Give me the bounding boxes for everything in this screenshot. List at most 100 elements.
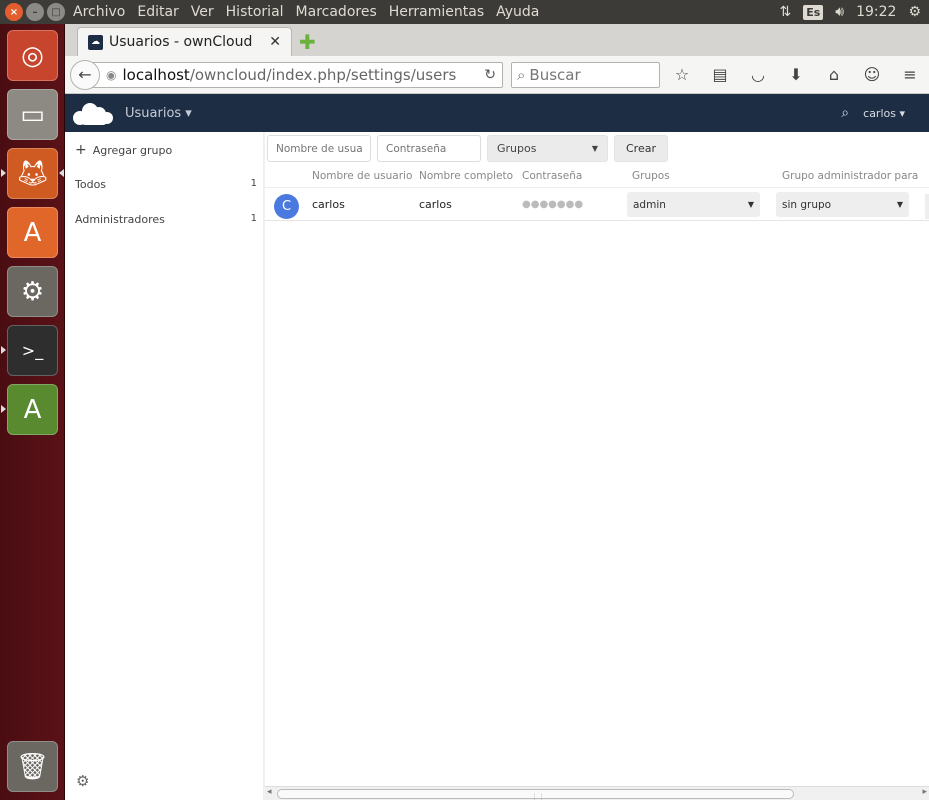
scrollbar-thumb[interactable]: ⋮⋮ [277,789,794,800]
app-menu[interactable]: Usuarios ▾ [125,106,192,121]
back-button[interactable]: ← [70,59,100,90]
site-identity-icon[interactable]: ◉ [106,68,116,82]
menu-editar[interactable]: Editar [131,0,184,24]
reload-icon[interactable]: ↻ [484,67,496,83]
users-table-header: Nombre de usuario Nombre completo Contra… [265,170,929,188]
running-indicator [1,169,6,177]
menu-ver[interactable]: Ver [185,0,220,24]
menu-herramientas[interactable]: Herramientas [383,0,490,24]
owncloud-header: Usuarios ▾ ⌕ carlos ▾ [65,94,929,132]
running-indicator [1,346,6,354]
caret-down-icon: ▼ [747,200,754,209]
software-updater-icon[interactable]: A [7,384,58,435]
window-controls: × – □ [5,3,67,21]
users-content: Grupos ▼ Crear Nombre de usuario Nombre … [265,132,929,800]
close-window-button[interactable]: × [5,3,23,21]
horizontal-scrollbar[interactable]: ◂ ⋮⋮ ▸ [265,786,929,800]
caret-down-icon: ▼ [591,144,598,153]
column-header-password: Contraseña [522,170,583,182]
url-text: localhost/owncloud/index.php/settings/us… [122,66,456,84]
groups-select[interactable]: Grupos ▼ [487,135,608,162]
url-bar[interactable]: ◉ localhost/owncloud/index.php/settings/… [85,61,503,88]
create-user-form: Grupos ▼ Crear [267,135,668,162]
clock[interactable]: 19:22 [856,4,896,20]
network-icon[interactable]: ⇅ [779,4,791,20]
tab-usuarios[interactable]: ☁ Usuarios - ownCloud ✕ [77,27,292,56]
user-groups-select[interactable]: admin ▼ [627,192,760,217]
admin-group-value: sin grupo [782,198,832,211]
new-tab-icon[interactable]: ✚ [299,30,316,54]
indicators: ⇅ Es 🔊︎ 19:22 ⚙ [779,4,929,20]
terminal-icon[interactable]: >_ [7,325,58,376]
volume-icon[interactable]: 🔊︎ [835,4,844,20]
scroll-right-icon[interactable]: ▸ [922,787,927,797]
quota-select-edge[interactable] [925,194,929,219]
minimize-window-button[interactable]: – [26,3,44,21]
running-indicator [1,405,6,413]
full-name-cell[interactable]: carlos [419,198,452,211]
group-item-administradores[interactable]: Administradores 1 [75,213,257,226]
search-icon[interactable]: ⌕ [841,105,849,121]
power-icon[interactable]: ⚙ [908,4,921,20]
owncloud-logo-icon[interactable] [73,101,117,125]
group-label: Todos [75,178,107,191]
reading-list-icon[interactable]: ▤ [708,65,732,84]
caret-down-icon: ▼ [896,200,903,209]
add-group-label: Agregar grupo [92,143,173,157]
system-settings-icon[interactable]: ⚙ [7,266,58,317]
add-group-button[interactable]: + Agregar grupo [75,142,172,158]
search-placeholder: Buscar [529,65,581,84]
top-panel: × – □ Archivo Editar Ver Historial Marca… [0,0,929,24]
scroll-left-icon[interactable]: ◂ [267,787,272,797]
column-header-full-name: Nombre completo [419,170,514,182]
scrollbar-grip-icon: ⋮⋮ [531,793,545,800]
avatar: C [274,194,299,219]
tab-title: Usuarios - ownCloud [109,34,253,50]
group-sidebar: + Agregar grupo Todos 1 Administradores … [65,132,264,800]
home-icon[interactable]: ⌂ [822,65,846,84]
group-count: 1 [250,213,257,224]
password-cell[interactable]: ●●●●●●● [522,199,583,210]
close-tab-icon[interactable]: ✕ [269,34,281,50]
owncloud-favicon-icon: ☁ [88,34,103,50]
column-header-groups: Grupos [632,170,670,182]
hello-icon[interactable]: ☺ [860,65,884,84]
group-label: Administradores [75,213,165,226]
column-header-username: Nombre de usuario [312,170,413,182]
username-input[interactable] [267,135,371,162]
maximize-window-button[interactable]: □ [47,3,65,21]
groups-select-label: Grupos [497,142,537,155]
firefox-icon[interactable]: 🦊︎ [7,148,58,199]
password-input[interactable] [377,135,481,162]
group-count: 1 [250,178,257,189]
menu-bar: Archivo Editar Ver Historial Marcadores … [67,0,545,24]
trash-icon[interactable]: 🗑︎ [7,741,58,792]
focused-indicator [59,169,64,177]
keyboard-layout-indicator[interactable]: Es [803,4,824,20]
settings-gear-icon[interactable]: ⚙ [76,772,89,790]
search-bar[interactable]: ⌕ Buscar [511,61,660,88]
url-host: localhost [122,65,190,84]
menu-marcadores[interactable]: Marcadores [290,0,383,24]
admin-group-select[interactable]: sin grupo ▼ [776,192,909,217]
navigation-bar: ← ◉ localhost/owncloud/index.php/setting… [65,56,929,94]
files-icon[interactable]: ▭ [7,89,58,140]
pocket-icon[interactable]: ◡ [746,65,770,84]
ubuntu-dash-icon[interactable]: ◎ [7,30,58,81]
plus-icon: + [75,142,87,158]
menu-archivo[interactable]: Archivo [67,0,131,24]
menu-ayuda[interactable]: Ayuda [490,0,545,24]
user-menu[interactable]: carlos ▾ [863,107,905,120]
downloads-icon[interactable]: ⬇ [784,65,808,84]
toolbar-icons: ☆ ▤ ◡ ⬇ ⌂ ☺ ≡ [670,65,922,84]
create-button[interactable]: Crear [614,135,668,162]
bookmark-star-icon[interactable]: ☆ [670,65,694,84]
table-row: C carlos carlos ●●●●●●● admin ▼ sin grup… [265,188,929,221]
menu-icon[interactable]: ≡ [898,65,922,84]
menu-historial[interactable]: Historial [220,0,290,24]
group-item-todos[interactable]: Todos 1 [75,178,257,191]
launcher: ◎ ▭ 🦊︎ A ⚙ >_ A 🗑︎ [0,24,65,800]
url-path: /owncloud/index.php/settings/users [189,65,457,84]
software-center-icon[interactable]: A [7,207,58,258]
header-right: ⌕ carlos ▾ [841,105,929,121]
